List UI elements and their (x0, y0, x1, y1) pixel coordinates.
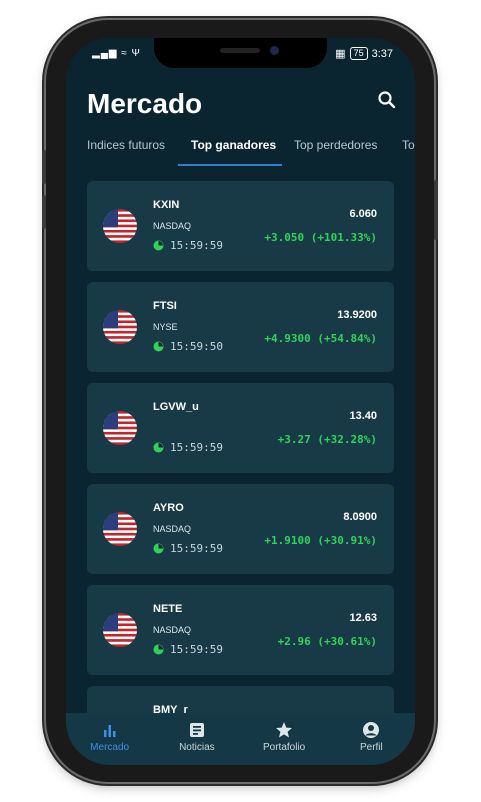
us-flag-icon (103, 411, 137, 445)
time-row: 15:59:50 (153, 340, 223, 353)
us-flag-icon (103, 209, 137, 243)
user-icon (363, 722, 380, 738)
stock-symbol: KXIN (153, 199, 180, 211)
nav-mercado[interactable]: Mercado (66, 713, 153, 765)
nav-label: Mercado (90, 742, 130, 753)
news-icon (189, 723, 204, 737)
stock-symbol: NETE (153, 603, 183, 615)
market-tabs: Indices futuros Top ganadores Top perded… (66, 138, 415, 168)
market-status-icon (153, 442, 164, 453)
notch (154, 38, 327, 68)
tab-top-perdedores[interactable]: Top perdedores (294, 138, 377, 152)
nav-portafolio[interactable]: Portafolio (241, 713, 328, 765)
app-screen: ▂▄▆ ≈ Ψ ▦ 75 3:37 Mercado Indices futuro… (66, 38, 415, 765)
stock-change: +4.9300 (+54.84%) (264, 332, 377, 345)
stock-change: +3.27 (+32.28%) (277, 433, 377, 446)
market-status-icon (153, 644, 164, 655)
volume-down-button (42, 195, 46, 229)
stock-symbol: AYRO (153, 502, 184, 514)
vibrate-icon: ▦ (335, 48, 346, 60)
quote-time: 15:59:59 (170, 441, 223, 454)
search-icon[interactable] (377, 90, 397, 110)
nav-label: Noticias (179, 742, 215, 753)
stock-price: 8.0900 (343, 511, 377, 523)
market-status-icon (153, 543, 164, 554)
signal-wifi-icons: ▂▄▆ ≈ Ψ (92, 48, 141, 59)
stock-price: 13.9200 (337, 309, 377, 321)
stock-change: +1.9100 (+30.91%) (264, 534, 377, 547)
list-item[interactable]: LGVW_u 15:59:59 13.40 +3.27 (+32.28%) (87, 383, 394, 473)
stock-exchange: NASDAQ (153, 625, 192, 635)
stock-change: +3.050 (+101.33%) (264, 231, 377, 244)
nav-label: Perfil (359, 742, 383, 753)
nav-label: Portafolio (263, 742, 306, 753)
bar-chart-icon (103, 725, 116, 737)
market-status-icon (153, 341, 164, 352)
time-row: 15:59:59 (153, 239, 223, 252)
stock-price: 12.63 (349, 612, 377, 624)
quote-time: 15:59:59 (170, 239, 223, 252)
tab-indices-futuros[interactable]: Indices futuros (87, 138, 165, 152)
stock-exchange: NYSE (153, 322, 178, 332)
stock-price: 13.40 (349, 410, 377, 422)
stock-exchange: NASDAQ (153, 221, 192, 231)
time-row: 15:59:59 (153, 643, 223, 656)
nav-perfil[interactable]: Perfil (328, 713, 415, 765)
stock-change: +2.96 (+30.61%) (277, 635, 377, 648)
page-title: Mercado (87, 88, 203, 119)
stock-symbol: LGVW_u (153, 401, 199, 413)
star-icon (276, 722, 293, 738)
us-flag-icon (103, 512, 137, 546)
power-button (434, 180, 438, 240)
list-item[interactable]: FTSI NYSE 15:59:50 13.9200 +4.9300 (+54.… (87, 282, 394, 372)
quote-time: 15:59:59 (170, 643, 223, 656)
market-status-icon (153, 240, 164, 251)
status-time: 3:37 (371, 47, 393, 60)
us-flag-icon (103, 613, 137, 647)
nav-noticias[interactable]: Noticias (153, 713, 240, 765)
stock-symbol: FTSI (153, 300, 177, 312)
stock-exchange: NASDAQ (153, 524, 192, 534)
active-tab-indicator (178, 164, 282, 166)
time-row: 15:59:59 (153, 542, 223, 555)
tab-more[interactable]: To (402, 138, 415, 152)
quote-time: 15:59:50 (170, 340, 223, 353)
front-camera (270, 46, 279, 55)
status-right: ▦ 75 3:37 (335, 47, 393, 60)
us-flag-icon (103, 310, 137, 344)
tab-top-ganadores[interactable]: Top ganadores (191, 138, 276, 152)
volume-up-button (42, 150, 46, 184)
quote-time: 15:59:59 (170, 542, 223, 555)
stock-price: 6.060 (349, 208, 377, 220)
bottom-nav: Mercado Noticias Portafolio Perfil (66, 713, 415, 765)
list-item[interactable]: NETE NASDAQ 15:59:59 12.63 +2.96 (+30.61… (87, 585, 394, 675)
time-row: 15:59:59 (153, 441, 223, 454)
list-item[interactable]: KXIN NASDAQ 15:59:59 6.060 +3.050 (+101.… (87, 181, 394, 271)
speaker (220, 48, 260, 53)
battery-icon: 75 (349, 47, 368, 60)
list-item[interactable]: AYRO NASDAQ 15:59:59 8.0900 +1.9100 (+30… (87, 484, 394, 574)
